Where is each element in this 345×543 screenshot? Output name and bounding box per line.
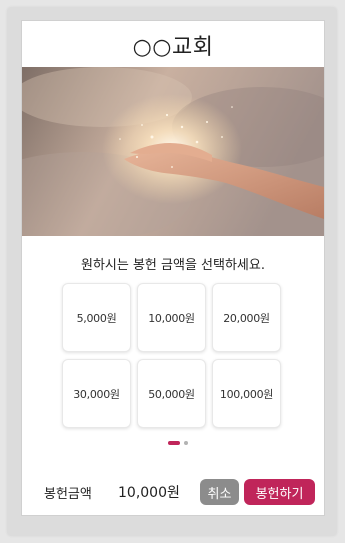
amount-option-30000[interactable]: 30,000원 — [62, 359, 131, 428]
page-indicator — [22, 441, 324, 445]
cancel-button[interactable]: 취소 — [200, 479, 239, 505]
church-title: ○○교회 — [132, 35, 214, 60]
offering-amount-value: 10,000원 — [118, 485, 180, 501]
amount-option-50000[interactable]: 50,000원 — [137, 359, 206, 428]
offering-amount-label: 봉헌금액 — [44, 487, 92, 502]
amount-option-100000[interactable]: 100,000원 — [212, 359, 281, 428]
page-dot-active[interactable] — [168, 441, 180, 445]
banner-image — [22, 67, 324, 236]
amount-option-5000[interactable]: 5,000원 — [62, 283, 131, 352]
amount-option-20000[interactable]: 20,000원 — [212, 283, 281, 352]
offering-card: ○○교회 원하시는 봉헌 금액을 선택하세요. 5,000원 10,000원 2… — [21, 20, 325, 516]
page-dot[interactable] — [184, 441, 188, 445]
amount-prompt: 원하시는 봉헌 금액을 선택하세요. — [81, 258, 265, 273]
amount-option-10000[interactable]: 10,000원 — [137, 283, 206, 352]
give-offering-button[interactable]: 봉헌하기 — [244, 479, 315, 505]
